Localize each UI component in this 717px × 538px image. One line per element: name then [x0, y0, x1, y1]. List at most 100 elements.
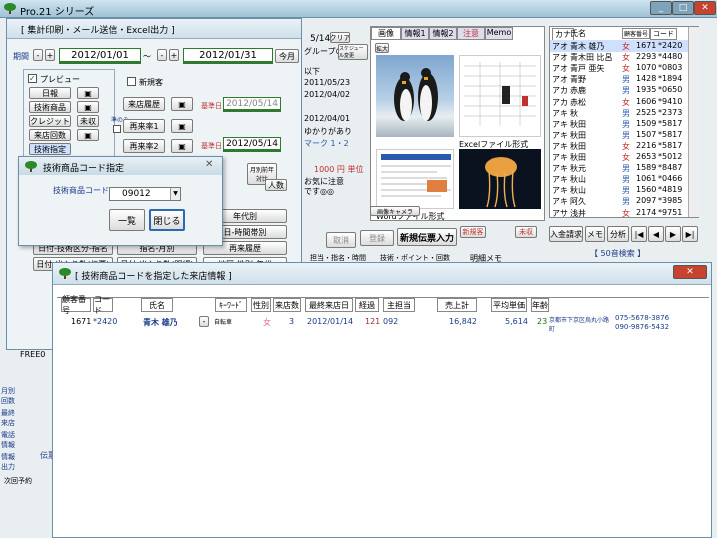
people-button[interactable]: 人数	[265, 179, 287, 191]
enlarge-button[interactable]: 拡大	[375, 43, 389, 53]
nav-memo[interactable]: メモ	[585, 226, 605, 242]
tech-designation-button[interactable]: 技術指定	[29, 143, 71, 155]
close-button[interactable]: ✕	[694, 1, 716, 15]
result-col-6[interactable]: 最終来店日	[305, 298, 353, 312]
customer-list-item[interactable]: アキ 秋田男 1507 *5817	[550, 129, 688, 141]
nav-first-icon[interactable]: |◀	[631, 226, 647, 242]
customer-list-item[interactable]: アオ 青木田 比呂女 2293 *4480	[550, 51, 688, 63]
result-col-7[interactable]: 経過	[355, 298, 379, 312]
new-customer-button[interactable]: 新規客	[460, 226, 486, 238]
customer-no: 2293	[636, 52, 657, 62]
result-col-10[interactable]: 平均単価	[491, 298, 527, 312]
revisit-1-button[interactable]: 再来率1	[123, 119, 165, 133]
result-col-5[interactable]: 来店数	[273, 298, 301, 312]
visit-count-button[interactable]: 来店回数	[29, 129, 71, 141]
from-plus-button[interactable]: +	[45, 49, 55, 61]
new-slip-button[interactable]: 新規伝票入力	[397, 228, 457, 246]
camera-button[interactable]: 画像キャメラ	[370, 206, 420, 216]
row-last-visit: 2012/01/14	[307, 317, 354, 326]
this-month-button[interactable]: 今月	[275, 49, 299, 63]
cancel-button[interactable]: 取消	[326, 232, 356, 248]
result-col-11[interactable]: 年齢	[531, 298, 549, 312]
result-col-1[interactable]: コード	[93, 295, 113, 315]
image-tabs: 画像 情報1 情報2 注意 Memo	[371, 27, 546, 40]
customer-list-item[interactable]: アキ 阿久男 2097 *3985	[550, 195, 688, 207]
side-phone[interactable]: 電話情報	[1, 430, 17, 450]
result-close-button[interactable]: ✕	[673, 265, 707, 279]
customer-list-item[interactable]: アオ 青戸 亜矢女 1070 *0803	[550, 62, 688, 74]
customer-list-item[interactable]: アキ 秋田女 2653 *5012	[550, 151, 688, 163]
to-plus-button[interactable]: +	[169, 49, 179, 61]
result-col-3[interactable]: ｷｰﾜｰﾄﾞ	[215, 298, 247, 312]
customer-list-item[interactable]: アキ 秋元男 1589 *8487	[550, 162, 688, 174]
excel-thumbnail[interactable]	[459, 55, 541, 137]
customer-list-item[interactable]: アキ秋男 2525 *2373	[550, 107, 688, 119]
result-col-0[interactable]: 顧客番号	[61, 295, 91, 315]
dialog-close-button[interactable]: 閉じる	[149, 209, 185, 231]
credit-button[interactable]: クレジット	[29, 115, 71, 127]
side-last-visit[interactable]: 最終来店	[1, 408, 17, 428]
print-icon-5[interactable]: ▣	[171, 119, 193, 133]
dialog-dropdown-icon[interactable]: ▼	[170, 188, 180, 200]
register-button[interactable]: 登録	[360, 230, 394, 246]
from-minus-button[interactable]: -	[33, 49, 43, 61]
tab-info1[interactable]: 情報1	[401, 27, 429, 40]
penguin-photo[interactable]	[376, 55, 454, 137]
clear-button[interactable]: クリア	[330, 32, 350, 43]
base-date-field-2[interactable]: 2012/05/14	[223, 137, 281, 152]
to-minus-button[interactable]: -	[157, 49, 167, 61]
nav-billing[interactable]: 入金請求	[549, 226, 583, 242]
mishu-button-small[interactable]: 未収	[77, 115, 99, 127]
print-icon-2[interactable]: ▣	[77, 101, 99, 113]
mishu-button[interactable]: 未収	[515, 226, 537, 238]
customer-list-item[interactable]: アオ 青野男 1428 *1894	[550, 73, 688, 85]
side-monthly[interactable]: 月別回数	[1, 386, 17, 406]
customer-list-item[interactable]: アカ 赤松女 1606 *9410	[550, 96, 688, 108]
result-col-8[interactable]: 主担当	[383, 298, 415, 312]
dialog-list-button[interactable]: 一覧	[109, 209, 145, 231]
jellyfish-photo[interactable]	[459, 149, 541, 209]
nav-next-icon[interactable]: ▶	[665, 226, 681, 242]
customer-list-item[interactable]: アサ 浅井 女 2174 *9751	[550, 207, 688, 219]
customer-list-item[interactable]: アカ 赤鹿男 1935 *0650	[550, 84, 688, 96]
tech-product-button[interactable]: 技術商品	[29, 101, 71, 113]
customer-scrollbar[interactable]	[688, 27, 699, 217]
customer-list-item[interactable]: アキ 秋田女 2216 *5817	[550, 140, 688, 152]
customer-list-item[interactable]: アキ 秋山男 1560 *4819	[550, 184, 688, 196]
customer-list-item[interactable]: アキ 秋田男 1509 *5817	[550, 118, 688, 130]
junmi-checkbox[interactable]	[113, 125, 121, 133]
date-to-field[interactable]: 2012/01/31	[183, 48, 273, 64]
minimize-button[interactable]: _	[650, 1, 672, 15]
tab-image[interactable]: 画像	[371, 27, 401, 40]
preview-checkbox[interactable]: ✓	[28, 74, 37, 83]
tab-caution[interactable]: 注意	[457, 27, 485, 40]
word-thumbnail[interactable]	[376, 149, 454, 209]
dialog-close-icon[interactable]: ✕	[205, 159, 213, 170]
customer-list-item[interactable]: アオ 青木 雄乃女 1671 *2420	[550, 40, 688, 52]
result-col-9[interactable]: 売上計	[437, 298, 477, 312]
side-output[interactable]: 情報出力	[1, 452, 17, 472]
print-icon-6[interactable]: ▣	[171, 139, 193, 153]
tab-memo[interactable]: Memo	[485, 27, 513, 40]
nav-prev-icon[interactable]: ◀	[648, 226, 664, 242]
result-col-2[interactable]: 氏名	[141, 298, 173, 312]
result-col-4[interactable]: 性別	[251, 298, 271, 312]
row-detail-button[interactable]: -	[199, 316, 209, 327]
result-row[interactable]: 1671 *2420 青木 雄乃 - 自転車 女 3 2012/01/14 12…	[57, 314, 709, 338]
print-icon-1[interactable]: ▣	[77, 87, 99, 99]
daily-report-button[interactable]: 日報	[29, 87, 71, 99]
nav-analysis[interactable]: 分析	[607, 226, 629, 242]
print-icon-3[interactable]: ▣	[77, 129, 99, 141]
customer-list-item[interactable]: アキ 秋山男 1061 *0466	[550, 173, 688, 185]
print-icon-4[interactable]: ▣	[171, 97, 193, 111]
visit-history-button[interactable]: 来店履歴	[123, 97, 165, 111]
new-customer-checkbox[interactable]	[127, 77, 136, 86]
customer-code: *1894	[658, 74, 683, 84]
maximize-button[interactable]: □	[672, 1, 694, 15]
schedule-change-button[interactable]: スケジュール変更	[338, 44, 368, 60]
date-from-field[interactable]: 2012/01/01	[59, 48, 141, 64]
revisit-2-button[interactable]: 再来率2	[123, 139, 165, 153]
nav-last-icon[interactable]: ▶|	[682, 226, 698, 242]
base-date-field-1[interactable]: 2012/05/14	[223, 97, 281, 112]
tab-info2[interactable]: 情報2	[429, 27, 457, 40]
